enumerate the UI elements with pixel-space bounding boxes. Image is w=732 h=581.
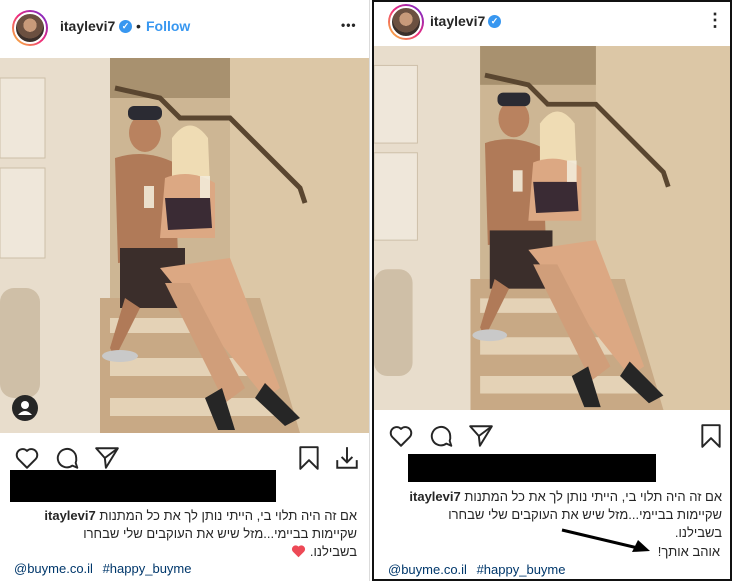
right-post: itaylevi7 ✓ ⋮ אם זה היה תלוי בי, הייתי נ… <box>372 0 732 581</box>
mention-link[interactable]: @buyme.co.il <box>388 562 467 577</box>
avatar[interactable] <box>388 4 424 40</box>
heart-emoji-icon <box>292 545 306 558</box>
bookmark-icon[interactable] <box>698 423 724 449</box>
hashtag-link[interactable]: #happy_buyme <box>103 561 192 576</box>
more-options-button[interactable]: ⋮ <box>706 10 725 31</box>
redaction-bar <box>408 454 656 482</box>
caption-line-1: אם זה היה תלוי בי, הייתי נותן לך את כל ה… <box>99 508 357 523</box>
post-photo[interactable] <box>374 46 730 410</box>
caption-username[interactable]: itaylevi7 <box>409 489 460 504</box>
post-header: itaylevi7 ✓ • Follow ••• <box>0 0 369 58</box>
download-icon[interactable] <box>334 445 360 471</box>
bookmark-icon[interactable] <box>296 445 322 471</box>
arrow-annotation-icon <box>561 528 650 552</box>
caption-line-2: שקיימות בביימי...מזל שיש את העוקבים שלי … <box>448 507 722 522</box>
post-photo[interactable] <box>0 58 369 433</box>
more-options-button[interactable]: ••• <box>341 18 357 32</box>
caption-tags: @buyme.co.il #happy_buyme <box>14 561 197 576</box>
separator-dot: • <box>136 18 141 34</box>
caption: אם זה היה תלוי בי, הייתי נותן לך את כל ה… <box>8 507 357 561</box>
avatar[interactable] <box>12 10 48 46</box>
share-icon[interactable] <box>94 445 120 471</box>
caption-line-3: בשבילנו. <box>309 544 357 559</box>
caption: אם זה היה תלוי בי, הייתי נותן לך את כל ה… <box>382 488 722 542</box>
added-note: אוהב אותך! <box>657 544 720 559</box>
heart-icon[interactable] <box>388 423 414 449</box>
username[interactable]: itaylevi7 <box>60 18 115 34</box>
caption-line-1: אם זה היה תלוי בי, הייתי נותן לך את כל ה… <box>464 489 722 504</box>
caption-tags: @buyme.co.il #happy_buyme <box>388 562 571 577</box>
action-bar <box>374 420 730 452</box>
comment-icon[interactable] <box>428 423 454 449</box>
hashtag-link[interactable]: #happy_buyme <box>477 562 566 577</box>
redaction-bar <box>10 470 276 502</box>
heart-icon[interactable] <box>14 445 40 471</box>
left-post: itaylevi7 ✓ • Follow ••• אם זה היה תלוי … <box>0 0 370 581</box>
verified-icon: ✓ <box>119 20 132 33</box>
caption-line-2: שקיימות בביימי...מזל שיש את העוקבים שלי … <box>83 526 357 541</box>
photo-illustration <box>374 46 730 410</box>
verified-icon: ✓ <box>488 15 501 28</box>
photo-illustration <box>0 58 369 433</box>
mention-link[interactable]: @buyme.co.il <box>14 561 93 576</box>
username[interactable]: itaylevi7 <box>430 13 485 29</box>
caption-line-3: בשבילנו. <box>674 525 722 540</box>
caption-username[interactable]: itaylevi7 <box>44 508 95 523</box>
comment-icon[interactable] <box>54 445 80 471</box>
user-tag-icon[interactable] <box>12 395 38 421</box>
share-icon[interactable] <box>468 423 494 449</box>
follow-button[interactable]: Follow <box>146 18 190 34</box>
